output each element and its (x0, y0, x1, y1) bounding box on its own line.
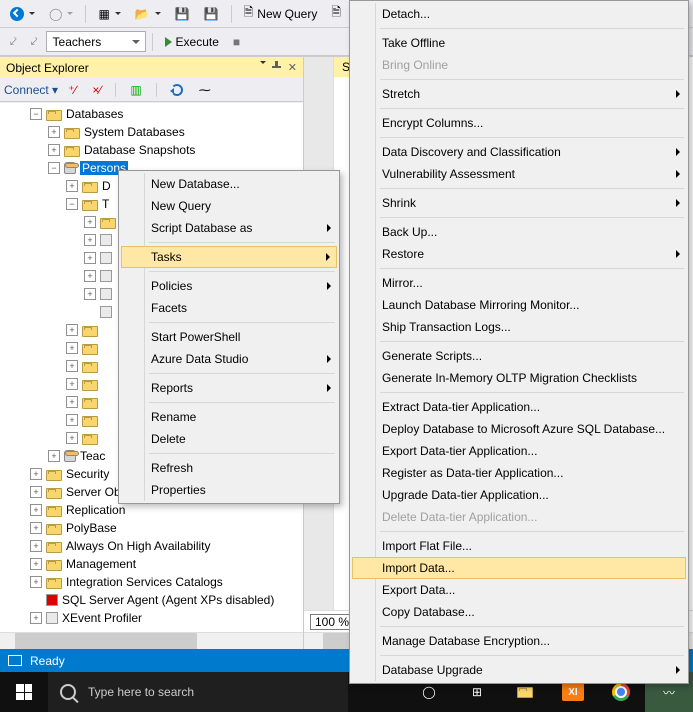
explorer-toolbar: Connect ▾ ⁺∕ ×∕ ▥ ⁓ (0, 78, 303, 102)
nav-fwd-button[interactable]: ◯ (43, 5, 79, 23)
et-icon-2[interactable]: ×∕ (86, 81, 107, 99)
tree-alwayson[interactable]: +Always On High Availability (0, 537, 303, 555)
menu-item[interactable]: Bring Online (352, 54, 686, 76)
tree-database-snapshots[interactable]: +Database Snapshots (0, 141, 303, 159)
menu-item[interactable]: New Query (121, 195, 337, 217)
menu-item[interactable]: Import Flat File... (352, 535, 686, 557)
tb-icon-save[interactable]: 💾 (169, 5, 196, 23)
debug-button[interactable]: ■ (227, 33, 246, 51)
menu-item[interactable]: Azure Data Studio (121, 348, 337, 370)
tree-management[interactable]: +Management (0, 555, 303, 573)
menu-item[interactable]: Data Discovery and Classification (352, 141, 686, 163)
tb2-icon-1[interactable]: ⤦ (4, 32, 23, 51)
tb2-icon-2[interactable]: ⤦ (25, 32, 44, 51)
search-icon (60, 684, 76, 700)
menu-item[interactable]: Policies (121, 275, 337, 297)
menu-item[interactable]: Restore (352, 243, 686, 265)
horizontal-scrollbar[interactable] (0, 632, 303, 649)
tb-icon-extra[interactable]: 🗎 (325, 1, 347, 26)
menu-item[interactable]: Take Offline (352, 32, 686, 54)
menu-item[interactable]: Stretch (352, 83, 686, 105)
menu-item[interactable]: Export Data... (352, 579, 686, 601)
taskbar-search[interactable]: Type here to search (48, 672, 348, 712)
menu-item[interactable]: Mirror... (352, 272, 686, 294)
et-activity-icon[interactable]: ⁓ (193, 81, 217, 99)
execute-button[interactable]: Execute (159, 33, 225, 51)
menu-item[interactable]: Tasks (121, 246, 337, 268)
statusbar-icon (8, 655, 22, 666)
menu-item[interactable]: Ship Transaction Logs... (352, 316, 686, 338)
zoom-level[interactable]: 100 % (310, 614, 354, 630)
pin-icon[interactable] (272, 61, 282, 71)
close-icon[interactable]: ✕ (288, 61, 297, 74)
tree-polybase[interactable]: +PolyBase (0, 519, 303, 537)
search-placeholder: Type here to search (88, 685, 194, 699)
menu-item[interactable]: Delete Data-tier Application... (352, 506, 686, 528)
status-ready: Ready (30, 654, 65, 668)
menu-item[interactable]: Launch Database Mirroring Monitor... (352, 294, 686, 316)
menu-item[interactable]: Detach... (352, 3, 686, 25)
explorer-header: Object Explorer ✕ (0, 56, 303, 78)
et-icon-1[interactable]: ⁺∕ (62, 81, 82, 99)
connect-link[interactable]: Connect ▾ (4, 83, 58, 97)
tree-integration-services[interactable]: +Integration Services Catalogs (0, 573, 303, 591)
menu-item[interactable]: Rename (121, 406, 337, 428)
menu-item[interactable]: Export Data-tier Application... (352, 440, 686, 462)
menu-item[interactable]: Generate Scripts... (352, 345, 686, 367)
menu-item[interactable]: Start PowerShell (121, 326, 337, 348)
menu-item[interactable]: Facets (121, 297, 337, 319)
menu-item[interactable]: Deploy Database to Microsoft Azure SQL D… (352, 418, 686, 440)
menu-item[interactable]: Register as Data-tier Application... (352, 462, 686, 484)
menu-item[interactable]: Upgrade Data-tier Application... (352, 484, 686, 506)
new-query-button[interactable]: 🗎 New Query (238, 1, 324, 26)
et-refresh-icon[interactable] (165, 82, 189, 98)
menu-item[interactable]: New Database... (121, 173, 337, 195)
tree-databases[interactable]: −Databases (0, 105, 303, 123)
explorer-dropdown-icon[interactable] (260, 61, 266, 74)
explorer-title: Object Explorer (6, 61, 89, 75)
menu-item[interactable]: Import Data... (352, 557, 686, 579)
menu-item[interactable]: Encrypt Columns... (352, 112, 686, 134)
tasks-submenu: Detach... Take OfflineBring Online Stretch… (349, 0, 689, 684)
menu-item[interactable]: Database Upgrade (352, 659, 686, 681)
menu-item[interactable]: Manage Database Encryption... (352, 630, 686, 652)
tree-sql-agent[interactable]: SQL Server Agent (Agent XPs disabled) (0, 591, 303, 609)
menu-item[interactable]: Back Up... (352, 221, 686, 243)
database-context-menu: New Database...New QueryScript Database … (118, 170, 340, 504)
menu-item[interactable]: Reports (121, 377, 337, 399)
menu-item[interactable]: Script Database as (121, 217, 337, 239)
menu-item[interactable]: Extract Data-tier Application... (352, 396, 686, 418)
start-button[interactable] (0, 672, 48, 712)
menu-item[interactable]: Delete (121, 428, 337, 450)
menu-item[interactable]: Vulnerability Assessment (352, 163, 686, 185)
tb-icon-open[interactable]: 📂 (129, 5, 167, 23)
tree-system-databases[interactable]: +System Databases (0, 123, 303, 141)
menu-item[interactable]: Shrink (352, 192, 686, 214)
database-dropdown[interactable]: Teachers (46, 31, 146, 52)
tb-icon-saveall[interactable]: 💾 (198, 5, 225, 23)
tb-icon-1[interactable]: ▦ (92, 5, 126, 23)
menu-item[interactable]: Generate In-Memory OLTP Migration Checkl… (352, 367, 686, 389)
tree-xevent-profiler[interactable]: +XEvent Profiler (0, 609, 303, 627)
menu-item[interactable]: Properties (121, 479, 337, 501)
nav-back-button[interactable] (4, 5, 41, 23)
menu-item[interactable]: Refresh (121, 457, 337, 479)
et-filter-icon[interactable]: ▥ (124, 81, 147, 99)
menu-item[interactable]: Copy Database... (352, 601, 686, 623)
